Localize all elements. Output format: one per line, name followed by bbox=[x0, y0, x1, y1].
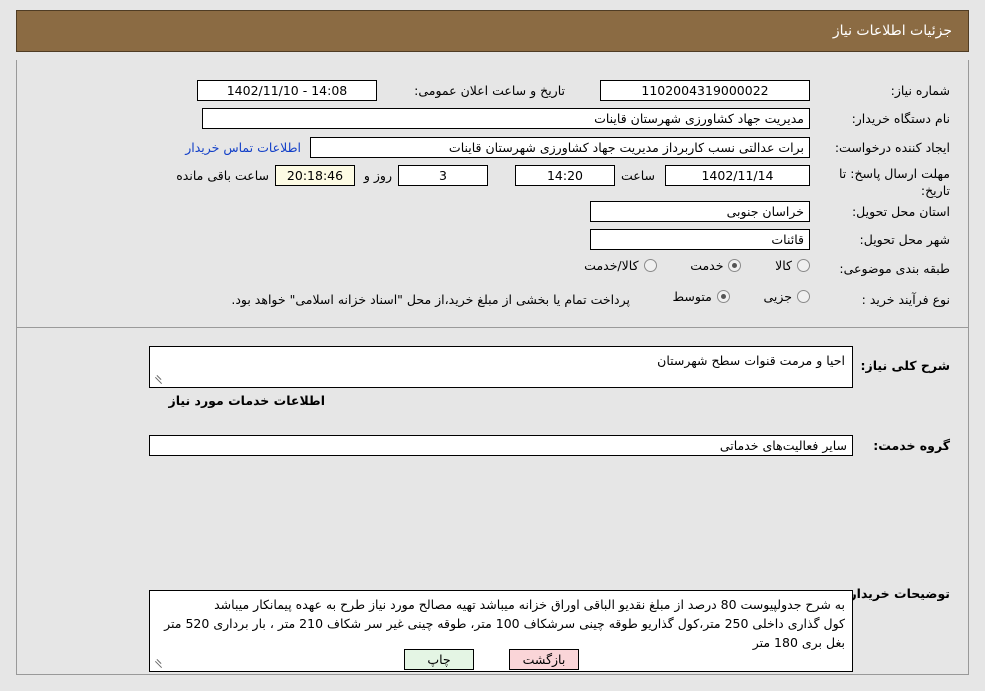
province-value: خراسان جنوبی bbox=[590, 201, 810, 222]
page-title: جزئیات اطلاعات نیاز bbox=[832, 23, 952, 39]
remaining-time-value: 20:18:46 bbox=[275, 165, 355, 186]
print-button[interactable]: چاپ bbox=[404, 649, 474, 670]
province-label: استان محل تحویل: bbox=[851, 204, 950, 219]
city-label: شهر محل تحویل: bbox=[859, 232, 950, 247]
category-option-kala-khedmat[interactable]: کالا/خدمت bbox=[584, 258, 657, 273]
header-bar: جزئیات اطلاعات نیاز bbox=[16, 10, 969, 52]
deadline-label: مهلت ارسال پاسخ: تا تاریخ: bbox=[839, 165, 950, 199]
service-group-label: گروه خدمت: bbox=[873, 438, 950, 453]
requester-value: برات عدالتی نسب کاربرداز مدیریت جهاد کشا… bbox=[310, 137, 810, 158]
category-option-label: کالا/خدمت bbox=[584, 258, 639, 273]
general-description-label: شرح کلی نیاز: bbox=[860, 358, 950, 373]
announce-datetime-value: 14:08 - 1402/11/10 bbox=[197, 80, 377, 101]
buyer-org-value: مدیریت جهاد کشاورزی شهرستان قاینات bbox=[202, 108, 810, 129]
process-radio-group: جزیی متوسط bbox=[673, 289, 810, 306]
radio-icon[interactable] bbox=[797, 259, 810, 272]
process-option-motevaset[interactable]: متوسط bbox=[673, 289, 730, 304]
general-description-field[interactable]: احیا و مرمت قنوات سطح شهرستان bbox=[149, 346, 853, 388]
back-button[interactable]: بازگشت bbox=[509, 649, 579, 670]
category-label: طبقه بندی موضوعی: bbox=[839, 261, 950, 276]
deadline-date-value: 1402/11/14 bbox=[665, 165, 810, 186]
resize-grip-icon[interactable] bbox=[152, 374, 164, 386]
section-divider bbox=[17, 327, 968, 328]
category-option-label: خدمت bbox=[690, 258, 724, 273]
remaining-days-value: 3 bbox=[398, 165, 488, 186]
process-option-jozei[interactable]: جزیی bbox=[763, 289, 810, 304]
need-number-label: شماره نیاز: bbox=[890, 83, 950, 98]
category-option-khedmat[interactable]: خدمت bbox=[690, 258, 742, 273]
remaining-days-label: روز و bbox=[363, 168, 392, 183]
category-option-kala[interactable]: کالا bbox=[775, 258, 810, 273]
buyer-org-label: نام دستگاه خریدار: bbox=[851, 111, 950, 126]
buyer-contact-link[interactable]: اطلاعات تماس خریدار bbox=[185, 140, 301, 155]
requester-label: ایجاد کننده درخواست: bbox=[834, 140, 950, 155]
radio-icon[interactable] bbox=[728, 259, 742, 272]
need-number-value: 1102004319000022 bbox=[600, 80, 810, 101]
resize-grip-icon[interactable] bbox=[152, 658, 164, 670]
category-radio-group: کالا خدمت کالا/خدمت bbox=[584, 258, 810, 275]
buyer-notes-field[interactable]: به شرح جدولپیوست 80 درصد از مبلغ نقدیو ا… bbox=[149, 590, 853, 672]
radio-icon[interactable] bbox=[716, 290, 730, 303]
deadline-time-label: ساعت bbox=[620, 168, 655, 183]
buyer-notes-value: به شرح جدولپیوست 80 درصد از مبلغ نقدیو ا… bbox=[164, 597, 845, 650]
services-section-title: اطلاعات خدمات مورد نیاز bbox=[168, 393, 326, 408]
payment-note: پرداخت تمام یا بخشی از مبلغ خرید،از محل … bbox=[231, 292, 630, 307]
process-label: نوع فرآیند خرید : bbox=[861, 292, 950, 307]
service-group-value: سایر فعالیت‌های خدماتی bbox=[149, 435, 853, 456]
process-option-label: جزیی bbox=[763, 289, 792, 304]
radio-icon[interactable] bbox=[643, 259, 657, 272]
category-option-label: کالا bbox=[775, 258, 792, 273]
remaining-time-label: ساعت باقی مانده bbox=[176, 168, 269, 183]
radio-icon[interactable] bbox=[797, 290, 810, 303]
deadline-time-value: 14:20 bbox=[515, 165, 615, 186]
announce-datetime-label: تاریخ و ساعت اعلان عمومی: bbox=[414, 83, 565, 98]
deadline-label-line2: تاریخ: bbox=[920, 183, 950, 198]
buyer-notes-label: توضیحات خریدار: bbox=[844, 586, 950, 601]
city-value: قائنات bbox=[590, 229, 810, 250]
deadline-label-line1: مهلت ارسال پاسخ: تا bbox=[839, 166, 950, 181]
general-description-value: احیا و مرمت قنوات سطح شهرستان bbox=[657, 353, 845, 368]
page-root: AriaTender.net جزئیات اطلاعات نیاز شماره… bbox=[0, 0, 985, 691]
process-option-label: متوسط bbox=[672, 289, 712, 304]
